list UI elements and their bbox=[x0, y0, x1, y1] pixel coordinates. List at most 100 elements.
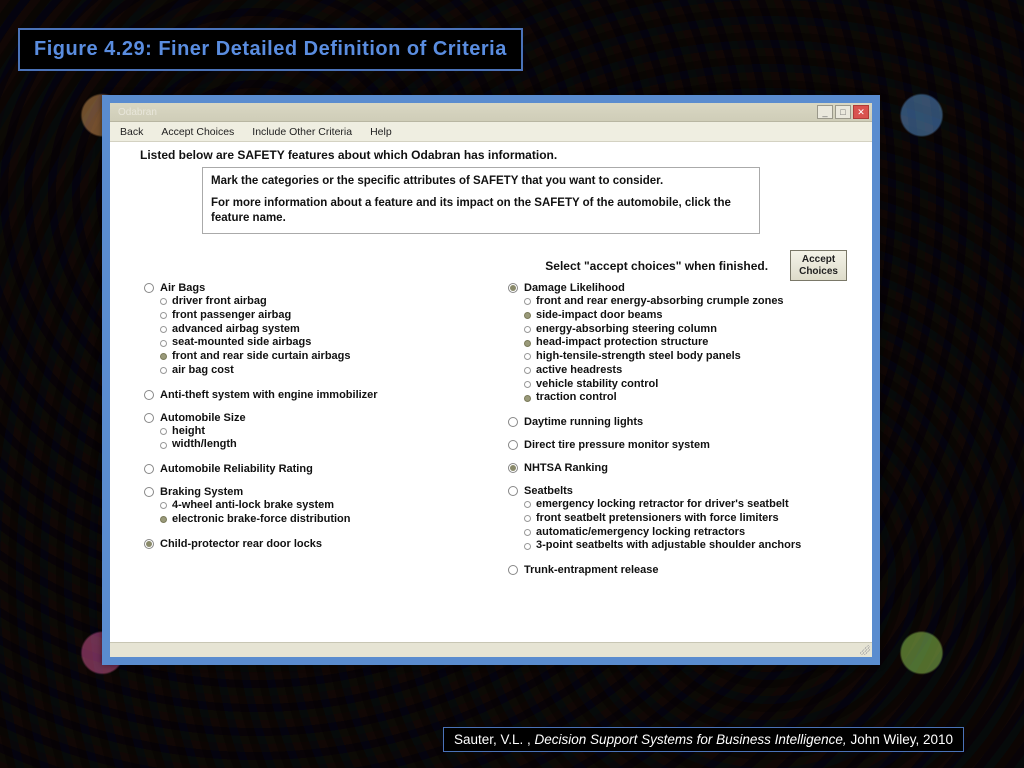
category-header[interactable]: Child-protector rear door locks bbox=[144, 538, 488, 550]
menu-include-other-criteria[interactable]: Include Other Criteria bbox=[252, 126, 352, 138]
subattribute-item[interactable]: 3-point seatbelts with adjustable should… bbox=[524, 539, 852, 553]
category-radio[interactable] bbox=[144, 464, 154, 474]
subattribute-item[interactable]: 4-wheel anti-lock brake system bbox=[160, 499, 488, 513]
category-header[interactable]: Direct tire pressure monitor system bbox=[508, 439, 852, 451]
category-radio[interactable] bbox=[508, 283, 518, 293]
category-label[interactable]: Damage Likelihood bbox=[524, 282, 625, 294]
accept-choices-button[interactable]: Accept Choices bbox=[790, 250, 847, 281]
subattribute-item[interactable]: automatic/emergency locking retractors bbox=[524, 526, 852, 540]
menu-help[interactable]: Help bbox=[370, 126, 392, 138]
category-label[interactable]: NHTSA Ranking bbox=[524, 462, 608, 474]
category-label[interactable]: Air Bags bbox=[160, 282, 205, 294]
subattribute-item[interactable]: side-impact door beams bbox=[524, 309, 852, 323]
subattribute-label[interactable]: energy-absorbing steering column bbox=[536, 323, 717, 337]
category-radio[interactable] bbox=[144, 487, 154, 497]
subattribute-label[interactable]: front and rear side curtain airbags bbox=[172, 350, 351, 364]
category-header[interactable]: Daytime running lights bbox=[508, 416, 852, 428]
subattribute-label[interactable]: side-impact door beams bbox=[536, 309, 663, 323]
subattribute-item[interactable]: high-tensile-strength steel body panels bbox=[524, 350, 852, 364]
subattribute-label[interactable]: seat-mounted side airbags bbox=[172, 336, 311, 350]
subattribute-label[interactable]: driver front airbag bbox=[172, 295, 267, 309]
subattribute-bullet[interactable] bbox=[524, 381, 531, 388]
subattribute-label[interactable]: emergency locking retractor for driver's… bbox=[536, 498, 789, 512]
subattribute-label[interactable]: 4-wheel anti-lock brake system bbox=[172, 499, 334, 513]
category-header[interactable]: Automobile Size bbox=[144, 412, 488, 424]
category-radio[interactable] bbox=[508, 417, 518, 427]
subattribute-bullet[interactable] bbox=[524, 543, 531, 550]
category-radio[interactable] bbox=[508, 440, 518, 450]
subattribute-label[interactable]: advanced airbag system bbox=[172, 323, 300, 337]
subattribute-bullet[interactable] bbox=[160, 428, 167, 435]
subattribute-item[interactable]: head-impact protection structure bbox=[524, 336, 852, 350]
subattribute-item[interactable]: vehicle stability control bbox=[524, 378, 852, 392]
category-radio[interactable] bbox=[144, 283, 154, 293]
subattribute-bullet[interactable] bbox=[160, 353, 167, 360]
maximize-icon[interactable]: □ bbox=[835, 105, 851, 119]
subattribute-bullet[interactable] bbox=[524, 312, 531, 319]
category-label[interactable]: Daytime running lights bbox=[524, 416, 643, 428]
subattribute-item[interactable]: seat-mounted side airbags bbox=[160, 336, 488, 350]
subattribute-label[interactable]: active headrests bbox=[536, 364, 622, 378]
category-label[interactable]: Automobile Reliability Rating bbox=[160, 463, 313, 475]
category-header[interactable]: Automobile Reliability Rating bbox=[144, 463, 488, 475]
subattribute-bullet[interactable] bbox=[524, 326, 531, 333]
subattribute-item[interactable]: width/length bbox=[160, 438, 488, 452]
subattribute-bullet[interactable] bbox=[160, 312, 167, 319]
subattribute-item[interactable]: front passenger airbag bbox=[160, 309, 488, 323]
subattribute-item[interactable]: energy-absorbing steering column bbox=[524, 323, 852, 337]
subattribute-item[interactable]: front seatbelt pretensioners with force … bbox=[524, 512, 852, 526]
subattribute-label[interactable]: air bag cost bbox=[172, 364, 234, 378]
category-radio[interactable] bbox=[508, 463, 518, 473]
subattribute-item[interactable]: traction control bbox=[524, 391, 852, 405]
category-header[interactable]: Braking System bbox=[144, 486, 488, 498]
subattribute-item[interactable]: advanced airbag system bbox=[160, 323, 488, 337]
category-header[interactable]: Air Bags bbox=[144, 282, 488, 294]
subattribute-item[interactable]: emergency locking retractor for driver's… bbox=[524, 498, 852, 512]
subattribute-label[interactable]: front seatbelt pretensioners with force … bbox=[536, 512, 779, 526]
subattribute-bullet[interactable] bbox=[524, 353, 531, 360]
close-icon[interactable]: ✕ bbox=[853, 105, 869, 119]
subattribute-label[interactable]: front and rear energy-absorbing crumple … bbox=[536, 295, 784, 309]
subattribute-item[interactable]: electronic brake-force distribution bbox=[160, 513, 488, 527]
category-label[interactable]: Trunk-entrapment release bbox=[524, 564, 659, 576]
category-label[interactable]: Seatbelts bbox=[524, 485, 573, 497]
subattribute-label[interactable]: traction control bbox=[536, 391, 617, 405]
subattribute-label[interactable]: front passenger airbag bbox=[172, 309, 291, 323]
category-radio[interactable] bbox=[508, 565, 518, 575]
category-header[interactable]: Damage Likelihood bbox=[508, 282, 852, 294]
subattribute-bullet[interactable] bbox=[524, 395, 531, 402]
subattribute-label[interactable]: vehicle stability control bbox=[536, 378, 658, 392]
subattribute-bullet[interactable] bbox=[160, 298, 167, 305]
category-header[interactable]: Trunk-entrapment release bbox=[508, 564, 852, 576]
subattribute-bullet[interactable] bbox=[524, 340, 531, 347]
subattribute-item[interactable]: driver front airbag bbox=[160, 295, 488, 309]
category-header[interactable]: Anti-theft system with engine immobilize… bbox=[144, 389, 488, 401]
category-radio[interactable] bbox=[508, 486, 518, 496]
subattribute-bullet[interactable] bbox=[524, 529, 531, 536]
subattribute-bullet[interactable] bbox=[524, 298, 531, 305]
category-header[interactable]: Seatbelts bbox=[508, 485, 852, 497]
subattribute-bullet[interactable] bbox=[160, 502, 167, 509]
subattribute-item[interactable]: front and rear side curtain airbags bbox=[160, 350, 488, 364]
minimize-icon[interactable]: _ bbox=[817, 105, 833, 119]
subattribute-bullet[interactable] bbox=[160, 516, 167, 523]
subattribute-label[interactable]: height bbox=[172, 425, 205, 439]
category-radio[interactable] bbox=[144, 390, 154, 400]
subattribute-label[interactable]: head-impact protection structure bbox=[536, 336, 708, 350]
subattribute-bullet[interactable] bbox=[160, 367, 167, 374]
subattribute-bullet[interactable] bbox=[160, 340, 167, 347]
subattribute-item[interactable]: height bbox=[160, 425, 488, 439]
subattribute-bullet[interactable] bbox=[524, 367, 531, 374]
subattribute-item[interactable]: front and rear energy-absorbing crumple … bbox=[524, 295, 852, 309]
category-radio[interactable] bbox=[144, 413, 154, 423]
menu-back[interactable]: Back bbox=[120, 126, 143, 138]
menu-accept-choices[interactable]: Accept Choices bbox=[161, 126, 234, 138]
subattribute-item[interactable]: active headrests bbox=[524, 364, 852, 378]
category-label[interactable]: Child-protector rear door locks bbox=[160, 538, 322, 550]
subattribute-bullet[interactable] bbox=[160, 442, 167, 449]
category-header[interactable]: NHTSA Ranking bbox=[508, 462, 852, 474]
subattribute-label[interactable]: width/length bbox=[172, 438, 237, 452]
subattribute-label[interactable]: high-tensile-strength steel body panels bbox=[536, 350, 741, 364]
category-label[interactable]: Braking System bbox=[160, 486, 243, 498]
category-label[interactable]: Direct tire pressure monitor system bbox=[524, 439, 710, 451]
